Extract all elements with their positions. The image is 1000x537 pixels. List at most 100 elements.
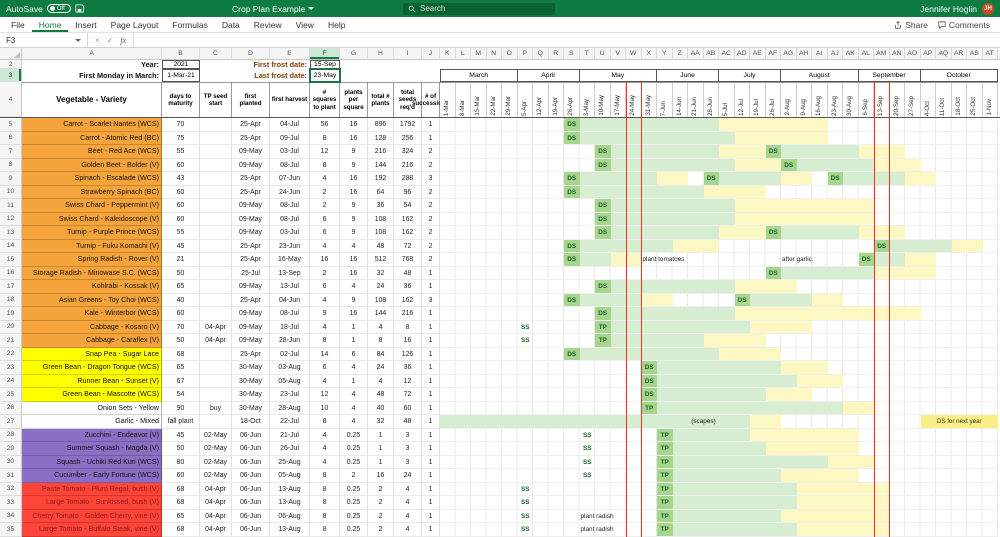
row-header-23[interactable]: 23 (0, 361, 22, 375)
cell[interactable]: 1 (422, 401, 440, 415)
cell[interactable]: 50 (162, 266, 200, 280)
cell[interactable]: 2 (310, 185, 340, 199)
cell[interactable]: 1 (422, 523, 440, 537)
cell[interactable] (200, 145, 232, 159)
cell[interactable]: 0.25 (340, 523, 368, 537)
veg-name-cell[interactable]: Golden Beet - Bolder (V) (22, 158, 162, 172)
column-header-AN[interactable]: AN (890, 48, 905, 59)
veg-name-cell[interactable]: Turnip - Fuku Komachi (V) (22, 239, 162, 253)
cell[interactable]: 12 (310, 388, 340, 402)
gantt-area[interactable]: SS TP (440, 442, 998, 456)
cell[interactable]: 512 (368, 253, 394, 267)
column-header-AP[interactable]: AP (921, 48, 936, 59)
veg-name-cell[interactable]: Swiss Chard - Peppermint (V) (22, 199, 162, 213)
cell[interactable]: 08-Jul (270, 158, 310, 172)
row-header-7[interactable]: 7 (0, 145, 22, 159)
cell[interactable]: 36 (394, 280, 422, 294)
veg-name-cell[interactable]: Kohlrabi - Kossak (V) (22, 280, 162, 294)
tab-page-layout[interactable]: Page Layout (104, 17, 166, 32)
cell[interactable]: 09-May (232, 307, 270, 321)
cell[interactable]: 4 (310, 455, 340, 469)
cell[interactable]: 16 (340, 185, 368, 199)
cell[interactable]: 1 (422, 442, 440, 456)
insert-function-button[interactable]: fx (120, 36, 126, 45)
cell[interactable]: buy (200, 401, 232, 415)
cell[interactable]: 55 (162, 226, 200, 240)
cell[interactable]: 4 (310, 320, 340, 334)
cell[interactable]: 6 (310, 212, 340, 226)
cell[interactable]: 4 (394, 496, 422, 510)
cell[interactable]: 1 (340, 374, 368, 388)
cell[interactable]: 08-Jul (270, 199, 310, 213)
column-header-AL[interactable]: AL (859, 48, 874, 59)
gantt-area[interactable]: DS (440, 185, 998, 199)
cell[interactable]: 68 (162, 496, 200, 510)
row-header-10[interactable]: 10 (0, 185, 22, 199)
cell[interactable]: 25-Apr (232, 347, 270, 361)
cell[interactable]: 144 (368, 158, 394, 172)
cell[interactable]: 60 (162, 199, 200, 213)
cell[interactable] (200, 118, 232, 132)
row-header-13[interactable]: 13 (0, 226, 22, 240)
row-header-25[interactable]: 25 (0, 388, 22, 402)
cell[interactable]: 13-Jul (270, 280, 310, 294)
cell[interactable]: 16 (340, 172, 368, 186)
cell[interactable]: 3 (394, 442, 422, 456)
cell[interactable]: 162 (394, 293, 422, 307)
enter-button[interactable]: ✓ (107, 36, 114, 45)
cell[interactable]: 45 (162, 428, 200, 442)
cell[interactable]: 4 (340, 388, 368, 402)
veg-name-cell[interactable]: Large Tomato - Sunkissed, bush (V) (22, 496, 162, 510)
cell[interactable]: 768 (394, 253, 422, 267)
veg-name-cell[interactable]: Summer Squash - Magda (V) (22, 442, 162, 456)
cell[interactable]: 8 (394, 320, 422, 334)
search-box[interactable]: Search (403, 2, 555, 15)
cell[interactable]: 1 (422, 320, 440, 334)
veg-name-cell[interactable]: Cucumber - Early Fortune (WCS) (22, 469, 162, 483)
cell[interactable]: 60 (162, 158, 200, 172)
veg-name-cell[interactable]: Spinach - Escalade (WCS) (22, 172, 162, 186)
cell[interactable]: 2 (310, 266, 340, 280)
cell[interactable]: 16 (394, 334, 422, 348)
cell[interactable]: 1 (422, 428, 440, 442)
gantt-area[interactable]: SS TP (440, 320, 998, 334)
cell[interactable]: 2 (368, 523, 394, 537)
cell[interactable]: 30-May (232, 388, 270, 402)
cell[interactable]: 1 (422, 361, 440, 375)
column-header-C[interactable]: C (200, 48, 232, 59)
cell[interactable]: 1 (422, 509, 440, 523)
gantt-area[interactable]: SS TP (440, 428, 998, 442)
cell[interactable]: 90 (162, 401, 200, 415)
cell[interactable]: 48 (368, 239, 394, 253)
cell[interactable]: 96 (394, 185, 422, 199)
cell[interactable]: 48 (394, 415, 422, 429)
gantt-area[interactable]: (scapes) DS for next year (440, 415, 998, 429)
cell[interactable]: 70 (162, 118, 200, 132)
cell[interactable]: 8 (310, 131, 340, 145)
row-header-19[interactable]: 19 (0, 307, 22, 321)
name-box[interactable]: F3 (0, 33, 88, 47)
cell[interactable]: 21 (162, 253, 200, 267)
cell[interactable]: 56 (310, 118, 340, 132)
cell[interactable]: 09-May (232, 199, 270, 213)
column-header-S[interactable]: S (564, 48, 580, 59)
cell[interactable]: 288 (394, 172, 422, 186)
row-header-33[interactable]: 33 (0, 496, 22, 510)
cell[interactable]: 10 (310, 401, 340, 415)
cell[interactable]: 108 (368, 226, 394, 240)
gantt-area[interactable]: DS DS (440, 239, 998, 253)
column-header-AB[interactable]: AB (704, 48, 719, 59)
cell[interactable]: 1 (422, 374, 440, 388)
column-header-P[interactable]: P (518, 48, 533, 59)
row-header-21[interactable]: 21 (0, 334, 22, 348)
cell[interactable]: 04-Apr (200, 482, 232, 496)
cell[interactable] (200, 361, 232, 375)
cell[interactable]: 04-Apr (200, 509, 232, 523)
cell[interactable]: 4 (340, 280, 368, 294)
cell[interactable]: 108 (368, 212, 394, 226)
selected-cell-f3[interactable]: 23-May (309, 68, 341, 83)
cell[interactable]: 4 (340, 361, 368, 375)
cell[interactable]: 4 (310, 172, 340, 186)
column-header-G[interactable]: G (340, 48, 368, 59)
cell[interactable]: 3 (394, 455, 422, 469)
